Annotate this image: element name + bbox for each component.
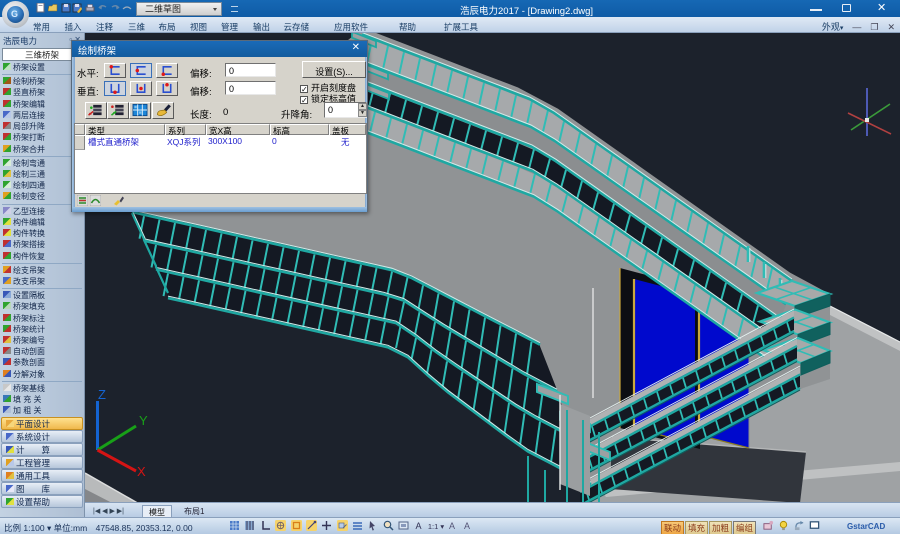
svg-text:A: A [415, 521, 421, 531]
svg-text:A: A [449, 521, 455, 531]
svg-text:Y: Y [139, 413, 148, 428]
svg-text:Z: Z [98, 387, 106, 402]
svg-text:A: A [464, 521, 470, 531]
svg-text:X: X [137, 464, 146, 479]
